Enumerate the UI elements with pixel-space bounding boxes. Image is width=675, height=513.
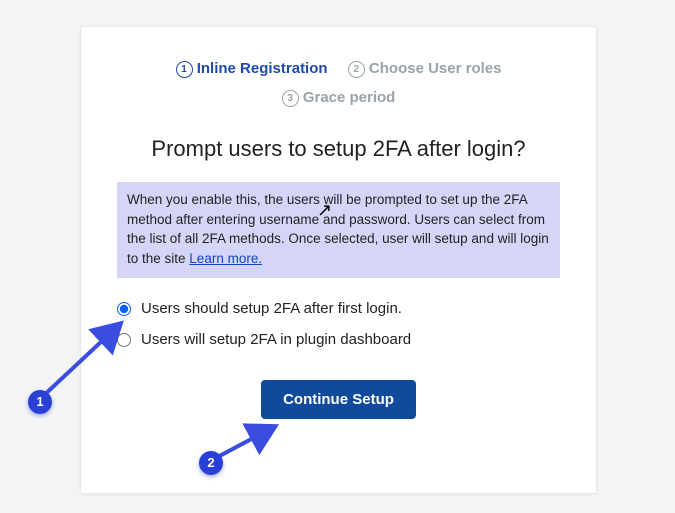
radio-after-first-login[interactable]	[117, 302, 131, 316]
option-after-first-login[interactable]: Users should setup 2FA after first login…	[117, 300, 596, 317]
page-title: Prompt users to setup 2FA after login?	[81, 136, 596, 162]
option-label: Users should setup 2FA after first login…	[141, 300, 402, 317]
info-box: When you enable this, the users will be …	[117, 182, 560, 278]
step-choose-user-roles[interactable]: 2 Choose User roles	[348, 55, 502, 84]
option-label: Users will setup 2FA in plugin dashboard	[141, 331, 411, 348]
annotation-badge-1: 1	[28, 390, 52, 414]
step-inline-registration[interactable]: 1 Inline Registration	[176, 55, 328, 84]
step-number-icon: 3	[282, 90, 299, 107]
wizard-steps: 1 Inline Registration 2 Choose User role…	[81, 27, 596, 112]
step-number-icon: 1	[176, 61, 193, 78]
annotation-badge-2: 2	[199, 451, 223, 475]
continue-setup-button[interactable]: Continue Setup	[261, 380, 416, 419]
step-label: Grace period	[303, 89, 396, 106]
step-number-icon: 2	[348, 61, 365, 78]
setup-card: 1 Inline Registration 2 Choose User role…	[80, 26, 597, 494]
step-grace-period[interactable]: 3 Grace period	[282, 84, 396, 113]
radio-plugin-dashboard[interactable]	[117, 333, 131, 347]
cursor-icon: ↖	[317, 200, 332, 221]
option-plugin-dashboard[interactable]: Users will setup 2FA in plugin dashboard	[117, 331, 596, 348]
radio-group: Users should setup 2FA after first login…	[117, 300, 596, 348]
learn-more-link[interactable]: Learn more.	[189, 251, 262, 266]
step-label: Choose User roles	[369, 60, 502, 77]
step-label: Inline Registration	[197, 60, 328, 77]
